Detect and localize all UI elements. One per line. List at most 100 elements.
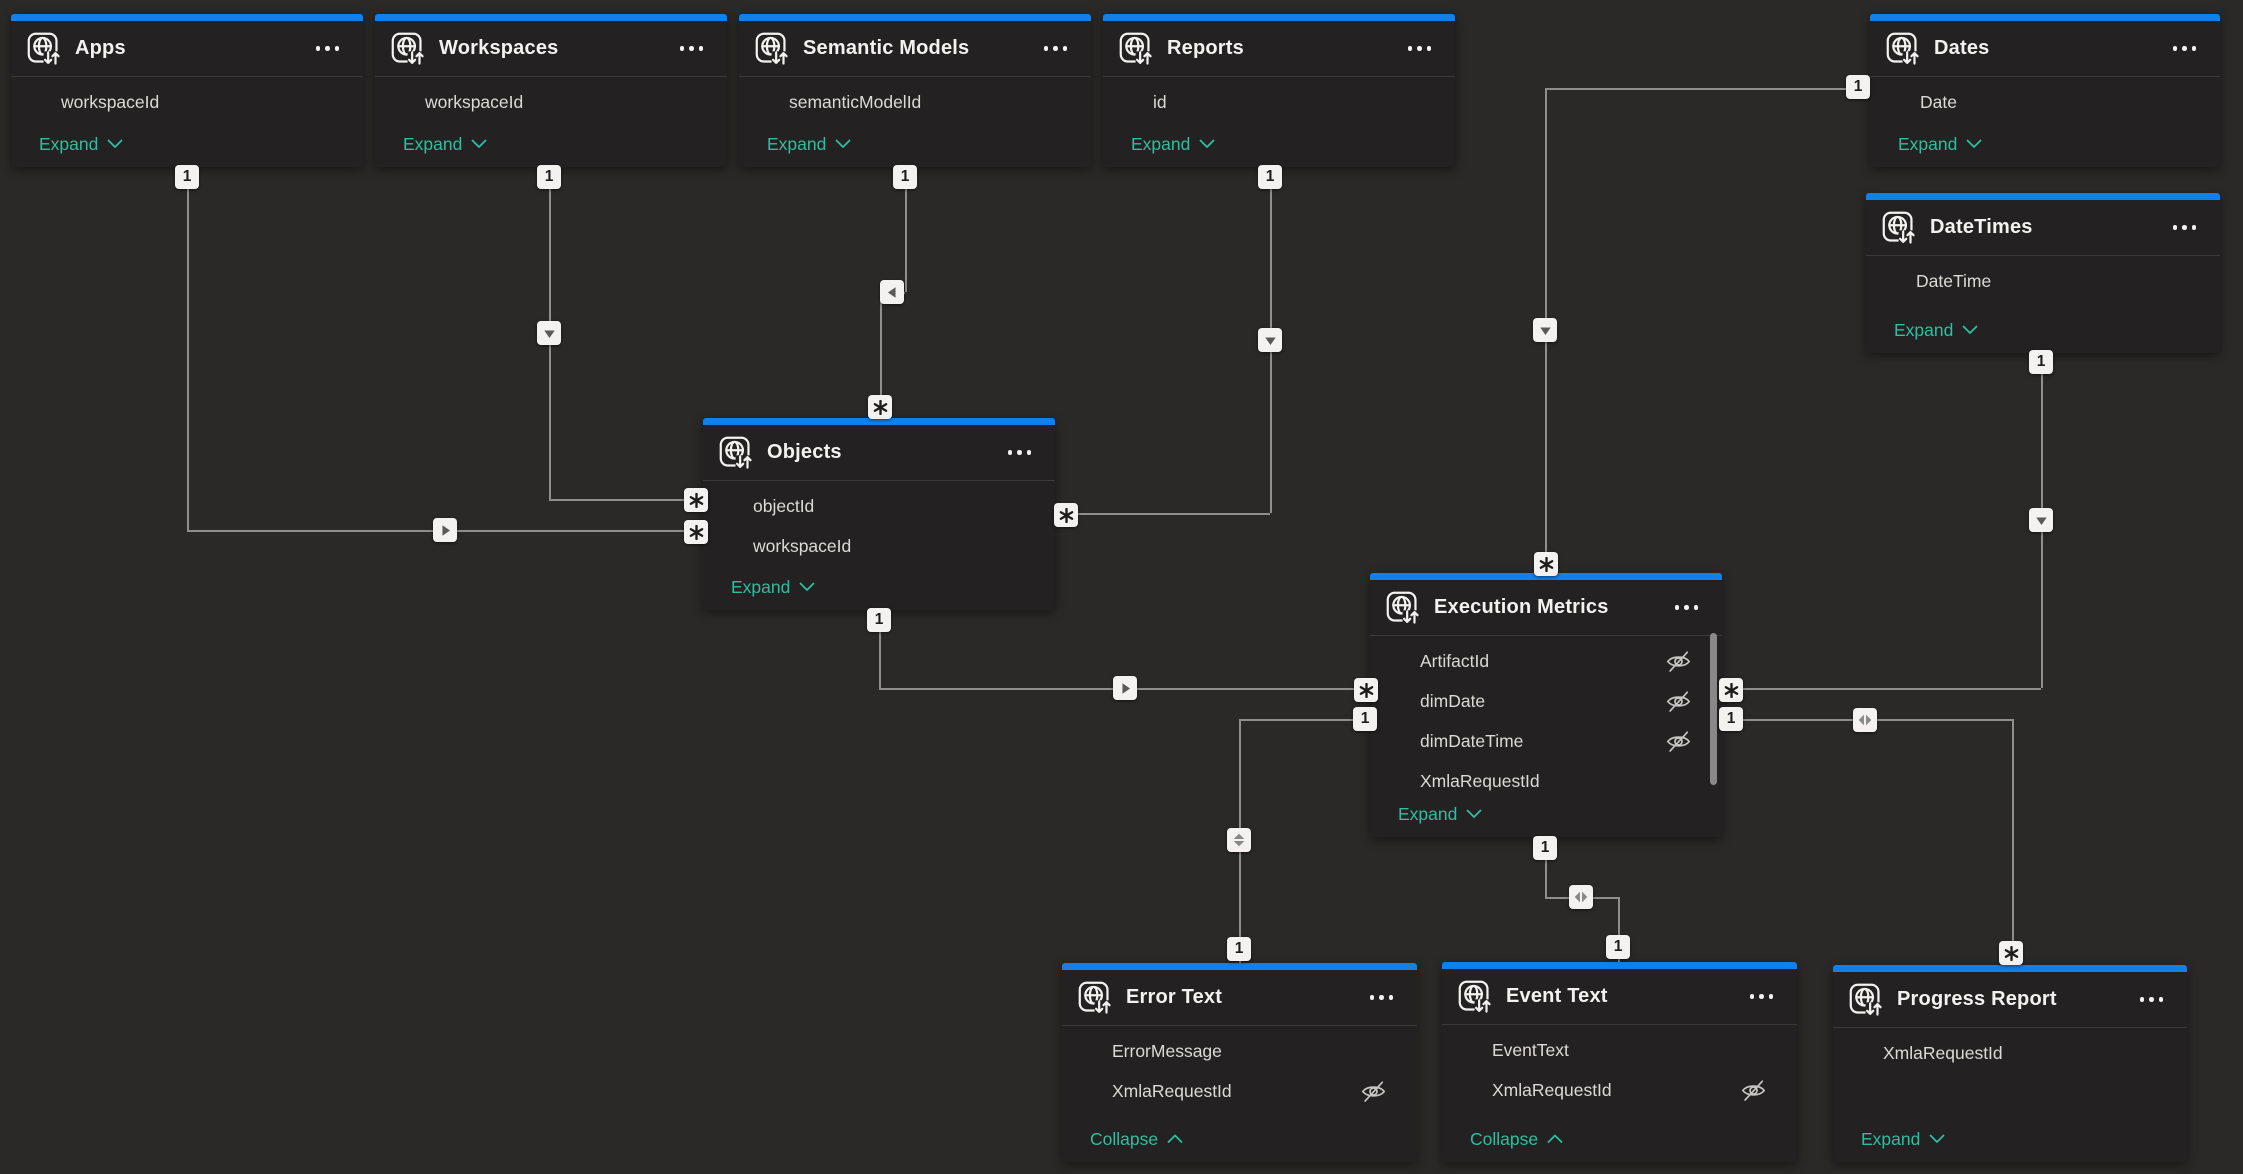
cardinality-badge-many[interactable] — [1999, 941, 2023, 965]
table-card-execution-metrics[interactable]: Execution MetricsArtifactIddimDatedimDat… — [1370, 573, 1722, 837]
table-card-dates[interactable]: DatesDateExpand — [1870, 14, 2220, 167]
cardinality-badge-one[interactable]: 1 — [1353, 707, 1377, 731]
more-options-button[interactable] — [1748, 988, 1776, 1005]
eye-slash-icon[interactable] — [1360, 1078, 1387, 1105]
field-row[interactable]: DateTime — [1866, 261, 2220, 301]
field-row[interactable]: workspaceId — [703, 526, 1055, 564]
more-options-button[interactable] — [2171, 40, 2199, 57]
table-card-datetimes[interactable]: DateTimesDateTimeExpand — [1866, 193, 2220, 353]
field-name: ErrorMessage — [1112, 1041, 1387, 1062]
field-row[interactable]: EventText — [1442, 1030, 1797, 1070]
cardinality-badge-many[interactable] — [868, 395, 892, 419]
more-options-button[interactable] — [2138, 991, 2166, 1008]
table-card-error-text[interactable]: Error TextErrorMessageXmlaRequestIdColla… — [1062, 963, 1417, 1162]
expand-toggle[interactable]: Expand — [1870, 121, 2220, 167]
more-options-button[interactable] — [1673, 599, 1701, 616]
cardinality-badge-one[interactable]: 1 — [867, 608, 891, 632]
field-row[interactable]: semanticModelId — [739, 82, 1091, 121]
cardinality-badge-many[interactable] — [1719, 678, 1743, 702]
relationship-line[interactable] — [1055, 513, 1270, 515]
filter-direction-badge-both-horizontal[interactable] — [1853, 708, 1877, 732]
toggle-label: Expand — [731, 577, 790, 598]
cardinality-badge-one[interactable]: 1 — [1258, 165, 1282, 189]
relationship-line[interactable] — [1239, 719, 1370, 721]
more-options-button[interactable] — [1006, 444, 1034, 461]
filter-direction-badge-arrow-right[interactable] — [1113, 676, 1137, 700]
more-options-button[interactable] — [1042, 40, 1070, 57]
filter-direction-badge-arrow-down[interactable] — [1258, 328, 1282, 352]
cardinality-badge-one[interactable]: 1 — [1533, 836, 1557, 860]
cardinality-badge-many[interactable] — [1534, 552, 1558, 576]
table-card-semantic-models[interactable]: Semantic ModelssemanticModelIdExpand — [739, 14, 1091, 167]
eye-slash-icon[interactable] — [1665, 688, 1692, 715]
filter-direction-badge-arrow-down[interactable] — [1533, 318, 1557, 342]
relationship-line[interactable] — [1722, 688, 2041, 690]
field-row[interactable]: XmlaRequestId — [1442, 1070, 1797, 1110]
cardinality-badge-one[interactable]: 1 — [1227, 937, 1251, 961]
field-row[interactable]: dimDate — [1370, 681, 1722, 721]
expand-toggle[interactable]: Expand — [11, 121, 363, 167]
field-row[interactable]: XmlaRequestId — [1062, 1071, 1417, 1111]
eye-slash-icon[interactable] — [1665, 728, 1692, 755]
expand-toggle[interactable]: Expand — [739, 121, 1091, 167]
expand-toggle[interactable]: Expand — [1370, 791, 1722, 837]
filter-direction-badge-both-vertical[interactable] — [1227, 828, 1251, 852]
field-row[interactable]: XmlaRequestId — [1370, 761, 1722, 791]
scrollbar-thumb[interactable] — [1710, 633, 1717, 785]
globe-sync-icon — [1881, 210, 1917, 246]
eye-slash-icon[interactable] — [1665, 648, 1692, 675]
field-row[interactable]: objectId — [703, 486, 1055, 526]
field-row[interactable]: ErrorMessage — [1062, 1031, 1417, 1071]
field-row[interactable]: workspaceId — [11, 82, 363, 121]
table-card-apps[interactable]: AppsworkspaceIdExpand — [11, 14, 363, 167]
field-row[interactable]: dimDateTime — [1370, 721, 1722, 761]
relationship-line[interactable] — [1545, 88, 1870, 90]
field-row[interactable]: id — [1103, 82, 1455, 121]
cardinality-badge-many[interactable] — [684, 520, 708, 544]
table-card-event-text[interactable]: Event TextEventTextXmlaRequestIdCollapse — [1442, 962, 1797, 1162]
cardinality-badge-many[interactable] — [1054, 503, 1078, 527]
cardinality-badge-one[interactable]: 1 — [893, 165, 917, 189]
relationship-line[interactable] — [2012, 719, 2014, 965]
cardinality-badge-many[interactable] — [1354, 678, 1378, 702]
cardinality-badge-one[interactable]: 1 — [1846, 75, 1870, 99]
model-canvas[interactable]: AppsworkspaceIdExpandWorkspacesworkspace… — [0, 0, 2243, 1174]
globe-sync-icon — [1848, 982, 1884, 1018]
table-card-progress-report[interactable]: Progress Report XmlaRequestId Expand — [1833, 965, 2187, 1162]
relationship-line[interactable] — [549, 499, 703, 501]
cardinality-badge-many[interactable] — [684, 488, 708, 512]
filter-direction-badge-both-horizontal[interactable] — [1569, 885, 1593, 909]
collapse-toggle[interactable]: Collapse — [1442, 1116, 1797, 1162]
cardinality-badge-one[interactable]: 1 — [175, 165, 199, 189]
cardinality-badge-one[interactable]: 1 — [1606, 935, 1630, 959]
more-options-button[interactable] — [2171, 219, 2199, 236]
field-row[interactable]: workspaceId — [375, 82, 727, 121]
expand-toggle[interactable]: Expand — [375, 121, 727, 167]
expand-toggle[interactable]: Expand — [703, 564, 1055, 610]
filter-direction-badge-arrow-right[interactable] — [433, 518, 457, 542]
more-options-button[interactable] — [314, 40, 342, 57]
table-card-reports[interactable]: ReportsidExpand — [1103, 14, 1455, 167]
more-options-button[interactable] — [678, 40, 706, 57]
filter-direction-badge-arrow-down[interactable] — [2029, 508, 2053, 532]
cardinality-badge-one[interactable]: 1 — [537, 165, 561, 189]
cardinality-badge-one[interactable]: 1 — [1719, 707, 1743, 731]
collapse-toggle[interactable]: Collapse — [1062, 1116, 1417, 1162]
table-card-objects[interactable]: ObjectsobjectIdworkspaceIdExpand — [703, 418, 1055, 610]
relationship-line[interactable] — [187, 167, 189, 530]
filter-direction-badge-arrow-left[interactable] — [880, 280, 904, 304]
field-row[interactable]: XmlaRequestId — [1833, 1033, 2187, 1073]
table-card-workspaces[interactable]: WorkspacesworkspaceIdExpand — [375, 14, 727, 167]
expand-toggle[interactable]: Expand — [1833, 1116, 2187, 1162]
eye-slash-icon[interactable] — [1740, 1077, 1767, 1104]
expand-toggle[interactable]: Expand — [1866, 307, 2220, 353]
expand-toggle[interactable]: Expand — [1103, 121, 1455, 167]
field-row[interactable]: Date — [1870, 82, 2220, 121]
field-list: Date — [1870, 77, 2220, 121]
more-options-button[interactable] — [1406, 40, 1434, 57]
card-header: Progress Report — [1833, 972, 2187, 1028]
filter-direction-badge-arrow-down[interactable] — [537, 321, 561, 345]
cardinality-badge-one[interactable]: 1 — [2029, 350, 2053, 374]
more-options-button[interactable] — [1368, 989, 1396, 1006]
field-row[interactable]: ArtifactId — [1370, 641, 1722, 681]
